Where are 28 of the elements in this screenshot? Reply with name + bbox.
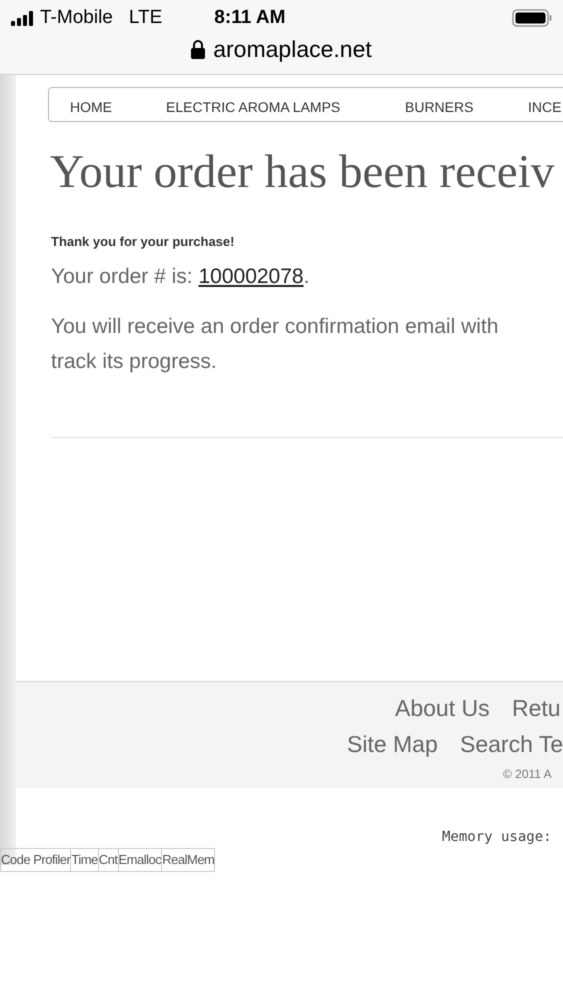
- nav-link[interactable]: BURNERS: [405, 97, 474, 118]
- table-header: RealMem: [162, 848, 215, 871]
- carrier-name: T-Mobile: [40, 6, 113, 30]
- nav-link[interactable]: HOME: [70, 97, 112, 118]
- url-text[interactable]: aromaplace.net: [213, 32, 372, 66]
- battery-icon: [512, 9, 552, 27]
- confirmation-text: You will receive an order confirmation email with: [51, 314, 498, 340]
- nav-link[interactable]: ELECTRIC AROMA LAMPS: [166, 97, 340, 118]
- nav-link[interactable]: INCE: [528, 97, 562, 118]
- order-number-link[interactable]: 100002078: [198, 265, 304, 288]
- memory-usage-text: Memory usage:: [442, 828, 552, 847]
- page-heading: Your order has been receiv: [50, 145, 554, 200]
- copyright-text: © 2011 A: [503, 766, 552, 783]
- footer-link[interactable]: Site Map: [347, 727, 438, 762]
- clock-time: 8:11 AM: [214, 6, 286, 30]
- period-text: .: [304, 265, 310, 288]
- table-header: Emalloc: [118, 848, 162, 871]
- table-header: Cnt: [98, 848, 118, 871]
- confirmation-text: track its progress.: [51, 349, 217, 375]
- thanks-message: Thank you for your purchase!: [51, 233, 234, 251]
- footer-link[interactable]: Retu: [512, 691, 561, 726]
- footer-link[interactable]: Search Te: [460, 727, 563, 762]
- lock-icon: [191, 40, 206, 58]
- table-header: Code Profiler: [0, 848, 71, 871]
- order-number-label: Your order # is:: [51, 265, 194, 288]
- network-type: LTE: [128, 6, 162, 30]
- footer-link[interactable]: About Us: [395, 691, 490, 726]
- table-header: Time: [70, 848, 98, 871]
